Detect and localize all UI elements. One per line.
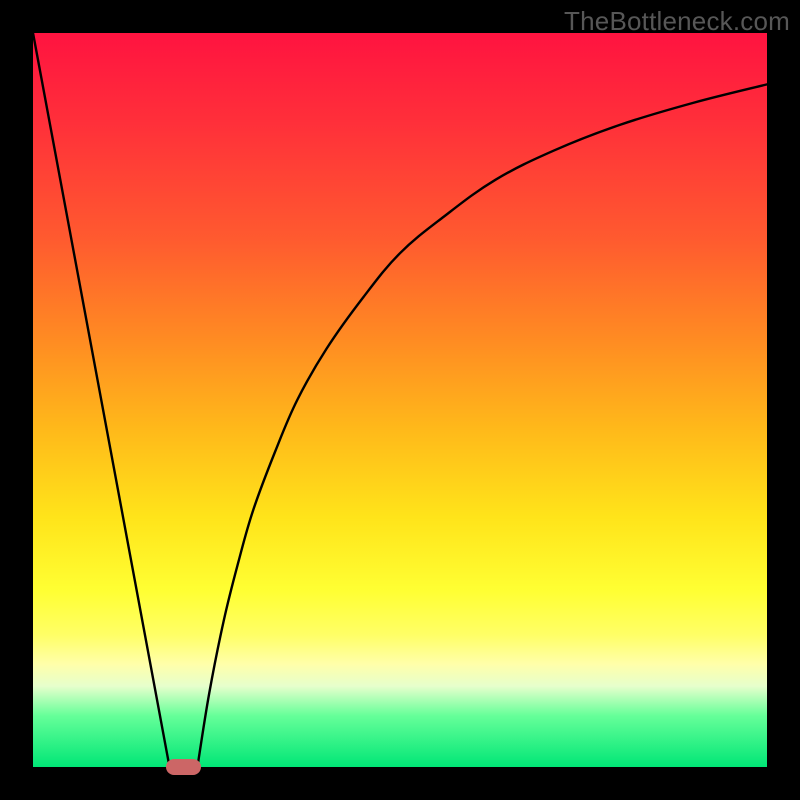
watermark-label: TheBottleneck.com	[564, 6, 790, 37]
plot-area	[33, 33, 767, 767]
chart-frame: TheBottleneck.com	[0, 0, 800, 800]
bottleneck-marker	[166, 759, 202, 775]
series-right-log-ascent	[197, 84, 767, 767]
plot-svg	[33, 33, 767, 767]
series-left-linear-descent	[33, 33, 170, 767]
